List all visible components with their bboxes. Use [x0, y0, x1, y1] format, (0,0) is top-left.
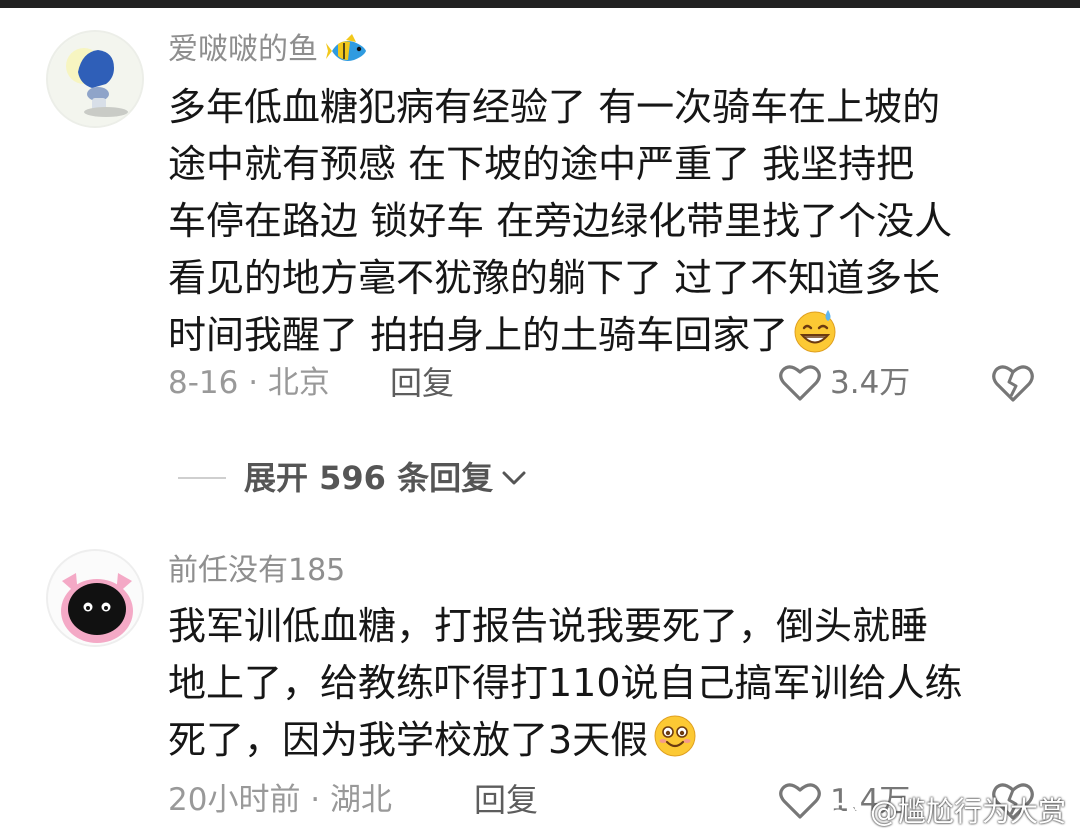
like-button[interactable]: 3.4万: [778, 361, 910, 405]
comment-text: 我军训低血糖，打报告说我要死了，倒头就睡 地上了，给教练吓得打110说自己搞军训…: [168, 598, 1048, 769]
username[interactable]: 前任没有185: [168, 551, 345, 591]
comment-text-content: 我军训低血糖，打报告说我要死了，倒头就睡 地上了，给教练吓得打110说自己搞军训…: [168, 604, 963, 762]
like-count: 3.4万: [830, 365, 911, 401]
expand-replies-button[interactable]: 展开 596 条回复: [178, 456, 527, 500]
username[interactable]: 爱啵啵的鱼: [168, 30, 370, 70]
broken-heart-icon[interactable]: [990, 362, 1036, 404]
chevron-down-icon: [502, 471, 526, 485]
tropical-fish-icon: [326, 33, 366, 61]
smiling-emoji: [654, 715, 696, 757]
comment-meta: 8-16 · 北京: [168, 365, 330, 401]
reply-button[interactable]: 回复: [474, 780, 538, 820]
divider-line: [178, 477, 226, 479]
top-bar: [0, 0, 1080, 8]
comment-meta: 20小时前 · 湖北: [168, 782, 393, 818]
heart-icon: [779, 365, 821, 401]
weibo-logo-icon: [823, 798, 862, 826]
avatar[interactable]: [46, 549, 144, 647]
avatar-image: [48, 32, 142, 126]
heart-icon: [779, 783, 821, 819]
avatar-image: [48, 551, 142, 645]
avatar[interactable]: [46, 30, 144, 128]
grinning-sweat-emoji: [794, 310, 836, 353]
reply-button[interactable]: 回复: [390, 363, 454, 403]
watermark: @尴尬行为大赏: [822, 790, 1066, 830]
expand-replies-label[interactable]: 展开 596 条回复: [244, 456, 493, 500]
watermark-text: @尴尬行为大赏: [869, 795, 1066, 828]
username-text[interactable]: 爱啵啵的鱼: [168, 32, 318, 67]
comment-text: 多年低血糖犯病有经验了 有一次骑车在上坡的 途中就有预感 在下坡的途中严重了 我…: [168, 79, 1048, 364]
